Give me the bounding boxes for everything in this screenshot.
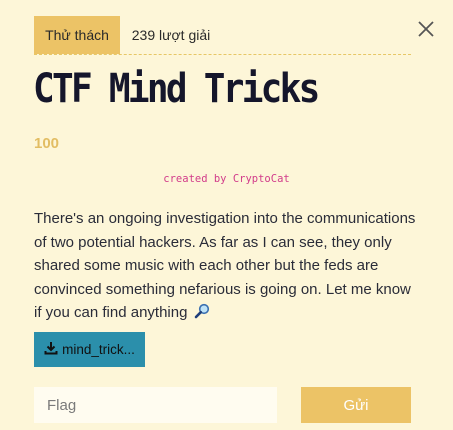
challenge-description: There's an ongoing investigation into th… <box>34 207 416 327</box>
submit-button[interactable]: Gửi <box>301 387 411 423</box>
tab-challenge[interactable]: Thử thách <box>34 16 120 54</box>
close-icon[interactable] <box>413 16 439 42</box>
challenge-points: 100 <box>34 135 60 152</box>
download-file-label: mind_trick... <box>62 342 135 357</box>
description-text: There's an ongoing investigation into th… <box>34 210 416 321</box>
download-icon <box>44 341 58 358</box>
challenge-author: created by CryptoCat <box>163 173 290 185</box>
download-file-button[interactable]: mind_trick... <box>34 332 145 367</box>
tab-bar: Thử thách 239 lượt giải <box>34 16 411 55</box>
tab-solves[interactable]: 239 lượt giải <box>126 16 216 54</box>
flag-input[interactable] <box>34 387 277 423</box>
magnifier-icon <box>194 303 210 327</box>
challenge-title: CTF Mind Tricks <box>33 66 320 112</box>
